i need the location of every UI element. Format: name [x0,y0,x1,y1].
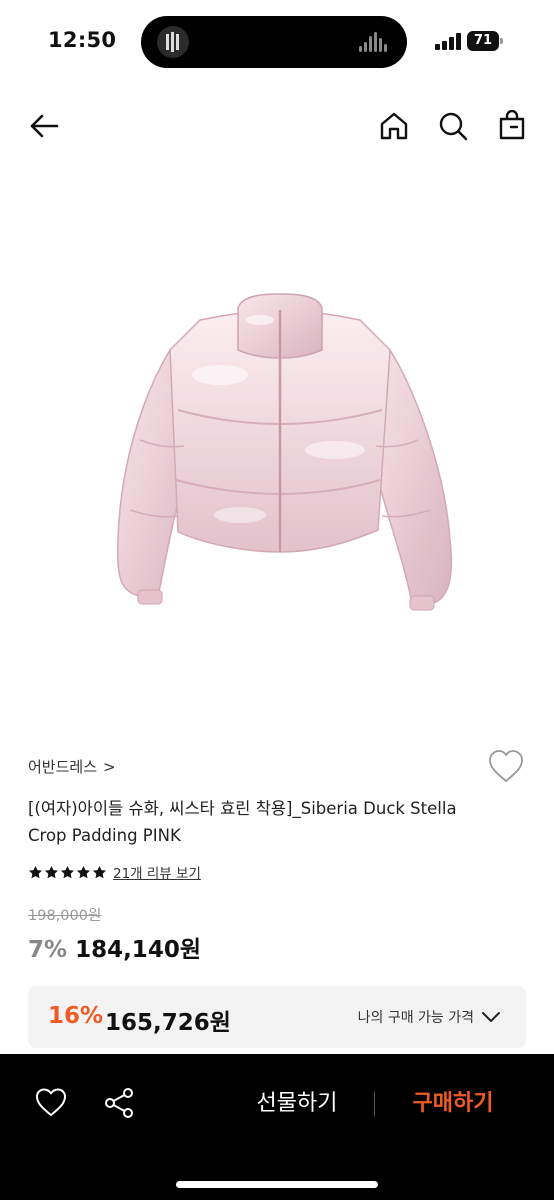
status-time: 12:50 [48,28,117,52]
my-price: 165,726원 [105,1010,231,1036]
chevron-down-icon [482,1012,500,1022]
arrow-left-icon[interactable] [28,110,60,142]
product-image[interactable] [60,240,490,640]
now-playing-artwork [157,26,189,58]
dynamic-island [141,16,407,68]
review-link[interactable]: 21개 리뷰 보기 [113,862,201,882]
battery-level: 71 [467,31,499,51]
divider [374,1092,375,1116]
search-icon[interactable] [437,110,469,142]
brand-link[interactable]: 어반드레스 > [28,756,116,777]
my-price-dropdown[interactable]: 16% 165,726원 나의 구매 가능 가격 [28,986,526,1048]
audio-wave-icon [359,30,391,54]
star-icon [93,865,106,878]
product-title: [(여자)아이들 슈화, 씨스타 효린 착용]_Siberia Duck Ste… [28,799,457,845]
discount-percent: 7% [28,937,68,963]
gift-button[interactable]: 선물하기 [232,1084,362,1124]
home-icon[interactable] [378,110,410,142]
heart-icon[interactable] [34,1086,68,1120]
buy-button[interactable]: 구매하기 [388,1084,518,1124]
brand-name: 어반드레스 [28,758,98,776]
star-icon [77,865,90,878]
star-icon [61,865,74,878]
bottom-action-bar: 선물하기 구매하기 [0,1054,554,1200]
sale-price: 184,140원 [75,937,201,963]
status-bar: 12:50 71 [0,0,554,84]
star-icon [29,865,42,878]
star-rating [28,865,107,880]
price-row: 7% 184,140원 [28,930,201,964]
shopping-bag-icon[interactable] [496,110,528,142]
star-icon [45,865,58,878]
rating-row: 21개 리뷰 보기 [28,862,201,882]
heart-outline-icon[interactable] [487,748,525,786]
my-discount-percent: 16% [48,1003,104,1029]
my-price-label: 나의 구매 가능 가격 [357,1010,474,1026]
chevron-right-icon: > [103,757,116,776]
top-navigation [0,100,554,152]
home-indicator [176,1181,378,1188]
share-icon[interactable] [102,1086,136,1120]
cellular-signal-icon [435,32,461,50]
battery-icon: 71 [467,31,503,51]
original-price: 198,000원 [28,908,102,924]
